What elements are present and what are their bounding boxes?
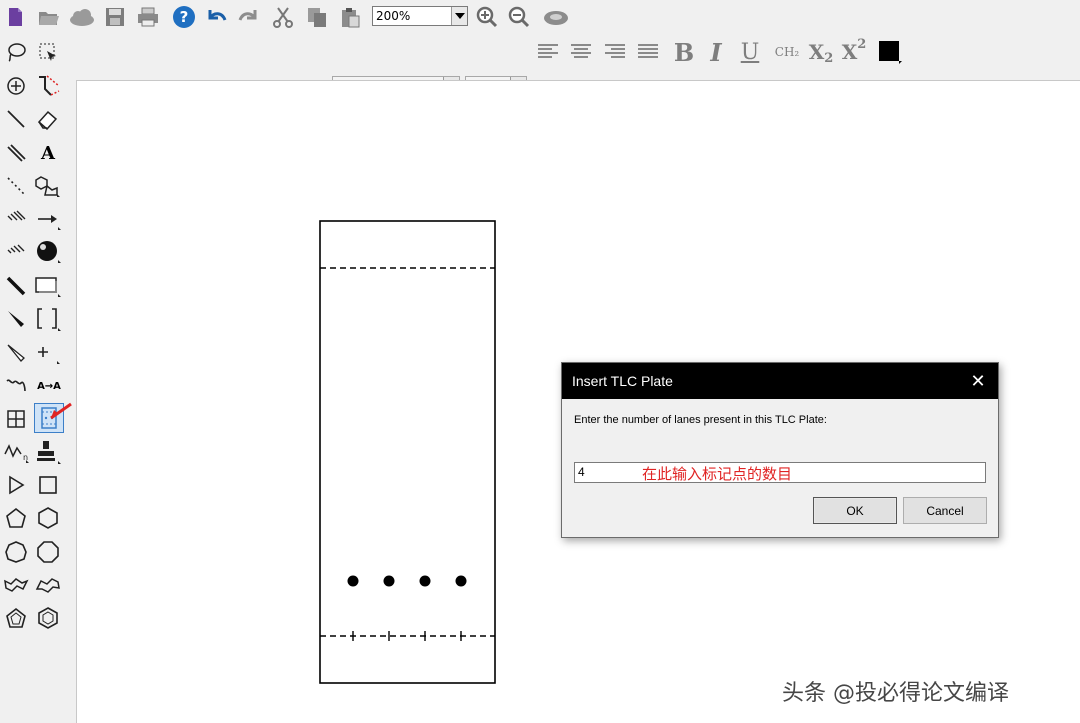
paste-icon[interactable] — [337, 4, 363, 30]
ok-button[interactable]: OK — [813, 497, 897, 524]
new-document-icon[interactable] — [2, 4, 28, 30]
zoom-value: 200% — [376, 9, 411, 23]
rectangle-tool-icon[interactable] — [34, 272, 62, 300]
brackets-icon[interactable] — [34, 305, 62, 333]
dashed-bond-icon[interactable] — [2, 172, 30, 200]
underline-button[interactable]: U — [738, 38, 762, 66]
print-icon[interactable] — [135, 4, 161, 30]
orbital-sphere-icon[interactable] — [34, 238, 62, 266]
stamp-tool-icon[interactable] — [34, 438, 62, 466]
svg-text:n: n — [23, 453, 28, 462]
square-icon[interactable] — [34, 471, 62, 499]
tlc-spot[interactable] — [347, 575, 359, 587]
italic-button[interactable]: I — [704, 38, 728, 67]
wavy-bond-icon[interactable] — [2, 372, 30, 400]
align-right-icon[interactable] — [602, 38, 628, 66]
align-left-icon[interactable] — [535, 38, 561, 66]
benzene-icon[interactable] — [34, 604, 62, 632]
dialog-title: Insert TLC Plate — [572, 373, 673, 389]
double-bond-icon[interactable] — [2, 139, 30, 167]
annotation-text: 在此输入标记点的数目 — [642, 465, 793, 483]
align-justify-icon[interactable] — [635, 38, 661, 66]
pentagon-icon[interactable] — [2, 504, 30, 532]
copy-icon[interactable] — [304, 4, 330, 30]
chair-right-icon[interactable] — [34, 571, 62, 599]
cyclopentane-icon[interactable] — [2, 604, 30, 632]
cut-icon[interactable] — [270, 4, 296, 30]
atom-mapping-button[interactable]: A→A — [34, 372, 64, 400]
cancel-button[interactable]: Cancel — [903, 497, 987, 524]
cloud-icon[interactable] — [68, 4, 94, 30]
subscript-button[interactable]: X2 — [807, 38, 835, 66]
superscript-digit: 2 — [857, 36, 867, 52]
subscript-base: X — [808, 40, 825, 64]
table-tool-icon[interactable] — [2, 405, 30, 433]
watermark: 头条 @投必得论文编译 — [782, 681, 1009, 706]
octagon-icon[interactable] — [34, 538, 62, 566]
subscript-digit: 2 — [824, 50, 834, 66]
tlc-plate[interactable] — [319, 220, 496, 684]
open-folder-icon[interactable] — [36, 4, 62, 30]
single-bond-icon[interactable] — [2, 105, 30, 133]
undo-icon[interactable] — [203, 4, 229, 30]
rotate-icon[interactable] — [2, 72, 30, 100]
zoom-dropdown[interactable]: 200% — [372, 6, 468, 26]
help-icon[interactable]: ? — [171, 4, 197, 30]
close-icon[interactable]: ✕ — [958, 363, 998, 399]
superscript-button[interactable]: X2 — [840, 36, 868, 66]
tlc-spot[interactable] — [383, 575, 395, 587]
align-center-icon[interactable] — [568, 38, 594, 66]
wedge-bond-icon[interactable] — [2, 305, 30, 333]
chain-tool-icon[interactable] — [34, 72, 62, 100]
bold-button[interactable]: B — [672, 38, 696, 67]
template-icon[interactable] — [34, 172, 62, 200]
zoom-in-icon[interactable] — [474, 4, 500, 30]
chevron-down-icon[interactable] — [451, 7, 467, 25]
bold-bond-icon[interactable] — [2, 272, 30, 300]
lanes-prompt: Enter the number of lanes present in thi… — [574, 414, 827, 426]
svg-text:?: ? — [180, 8, 189, 26]
spectrum-tool-icon[interactable]: n — [2, 438, 30, 466]
redo-icon[interactable] — [236, 4, 262, 30]
hollow-wedge-icon[interactable] — [2, 339, 30, 367]
superscript-base: X — [841, 40, 858, 64]
hexagon-icon[interactable] — [34, 504, 62, 532]
save-icon[interactable] — [102, 4, 128, 30]
formula-button[interactable]: CH₂ — [772, 38, 802, 66]
tlc-spot[interactable] — [455, 575, 467, 587]
main-toolbar: ? 200% — [0, 0, 1080, 34]
lasso-icon[interactable] — [2, 38, 30, 66]
arrow-tool-icon[interactable] — [34, 205, 62, 233]
annotation-arrow-icon — [48, 398, 76, 426]
eraser-icon[interactable] — [34, 105, 62, 133]
tlc-spot[interactable] — [419, 575, 431, 587]
zoom-out-icon[interactable] — [506, 4, 532, 30]
marquee-select-icon[interactable] — [34, 38, 62, 66]
tlc-plate-border — [319, 220, 496, 684]
hashed-wedge-icon[interactable] — [2, 205, 30, 233]
charge-symbol-icon[interactable] — [34, 339, 62, 367]
hashed-bond-icon[interactable] — [2, 238, 30, 266]
view-3d-icon[interactable] — [542, 4, 568, 30]
text-color-swatch[interactable] — [876, 38, 904, 66]
dialog-titlebar[interactable]: Insert TLC Plate ✕ — [562, 363, 998, 399]
heptagon-icon[interactable] — [2, 538, 30, 566]
triangle-icon[interactable] — [2, 471, 30, 499]
chair-left-icon[interactable] — [2, 571, 30, 599]
text-tool-button[interactable]: A — [34, 139, 62, 167]
insert-tlc-plate-dialog: Insert TLC Plate ✕ Enter the number of l… — [561, 362, 999, 538]
